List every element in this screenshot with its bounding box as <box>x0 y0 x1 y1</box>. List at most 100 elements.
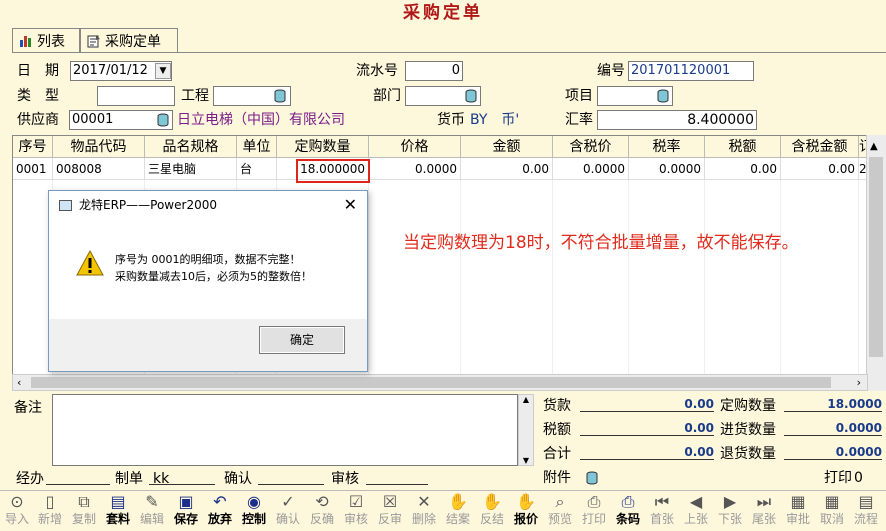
toolbar-button-unaudit[interactable]: ☒ 反审 <box>373 491 407 531</box>
remark-scrollbar[interactable]: ▲ ▼ <box>518 394 534 466</box>
rate-field[interactable]: 8.400000 <box>597 110 757 130</box>
toolbar-button-delete[interactable]: ✕ 删除 <box>407 491 441 531</box>
table-cell[interactable]: 0001 <box>13 158 53 180</box>
toolbar-button-label: 审批 <box>785 512 810 526</box>
column-header[interactable]: 含税金额 <box>781 136 859 158</box>
database-icon[interactable] <box>464 89 478 103</box>
toolbar-button-quote[interactable]: ✋ 报价 <box>509 491 543 531</box>
column-header[interactable]: 金额 <box>461 136 553 158</box>
toolbar-button-approve[interactable]: ▦ 审批 <box>781 491 815 531</box>
toolbar-button-last[interactable]: ⏭ 尾张 <box>747 491 781 531</box>
scroll-left-icon[interactable]: ‹ <box>17 375 21 390</box>
horizontal-scrollbar[interactable]: ‹ › <box>12 374 868 391</box>
toolbar-button-close-case[interactable]: ✋ 结案 <box>441 491 475 531</box>
vertical-scrollbar[interactable]: ▲ <box>866 135 886 391</box>
column-header[interactable]: 品名规格 <box>145 136 237 158</box>
toolbar-button-cancel[interactable]: ▦ 取消 <box>815 491 849 531</box>
rate-value: 8.400000 <box>687 112 754 128</box>
column-header[interactable]: 序号 <box>13 136 53 158</box>
column-header[interactable]: 定购数量 <box>277 136 369 158</box>
toolbar-button-undo[interactable]: ↶ 放弃 <box>203 491 237 531</box>
tab-purchase-order[interactable]: 采购定单 <box>80 28 178 52</box>
toolbar-button-flow[interactable]: ▤ 流程 <box>849 491 883 531</box>
serial-field[interactable]: 0 <box>405 61 463 81</box>
toolbar-button-printer[interactable]: ⎙ 打印 <box>577 491 611 531</box>
table-cell[interactable]: 0.00 <box>461 158 553 180</box>
toolbar-button-reopen[interactable]: ✋ 反结 <box>475 491 509 531</box>
toolbar-button-prev[interactable]: ◀ 上张 <box>679 491 713 531</box>
highlight-box <box>296 159 370 183</box>
in-qty-label: 进货数量 <box>720 422 776 438</box>
toolbar-button-new-doc[interactable]: ▯ 新增 <box>33 491 67 531</box>
toolbar-button-label: 取消 <box>819 512 844 526</box>
table-cell[interactable]: 008008 <box>53 158 145 180</box>
table-cell[interactable]: 台 <box>237 158 277 180</box>
dialog-body: 序号为 0001的明细项，数据不完整！ 采购数量减去10后，必须为5的整数倍！ <box>49 219 367 319</box>
database-icon[interactable] <box>273 89 287 103</box>
tab-list[interactable]: 列表 <box>12 28 80 52</box>
remark-field[interactable] <box>52 394 518 466</box>
toolbar-button-first[interactable]: ⏮ 首张 <box>645 491 679 531</box>
table-cell[interactable]: 0.0000 <box>369 158 461 180</box>
scroll-down-icon[interactable]: ▼ <box>519 456 533 465</box>
import-icon: ⊙ <box>10 492 24 511</box>
toolbar-button-confirm[interactable]: ✓ 确认 <box>271 491 305 531</box>
column-header[interactable]: 含税价 <box>553 136 629 158</box>
table-cell[interactable]: 0.00 <box>781 158 859 180</box>
currency-value: BY 币' <box>470 112 520 128</box>
scroll-thumb[interactable] <box>31 377 831 388</box>
toolbar-button-barcode-printer[interactable]: ⎙ 条码 <box>611 491 645 531</box>
column-header[interactable]: 物品代码 <box>53 136 145 158</box>
toolbar-button-next[interactable]: ▶ 下张 <box>713 491 747 531</box>
column-header[interactable]: 单位 <box>237 136 277 158</box>
toolbar-button-import[interactable]: ⊙ 导入 <box>0 491 34 531</box>
close-icon[interactable]: ✕ <box>344 191 357 219</box>
column-header[interactable]: 价格 <box>369 136 461 158</box>
total-label: 合计 <box>543 446 571 462</box>
toolbar-button-audit[interactable]: ☑ 审核 <box>339 491 373 531</box>
scroll-thumb[interactable] <box>869 157 883 357</box>
underline <box>784 435 882 436</box>
table-cell[interactable]: 0.0000 <box>553 158 629 180</box>
toolbar-button-preview[interactable]: ⌕ 预览 <box>543 491 577 531</box>
delete-icon: ✕ <box>417 492 431 511</box>
number-field[interactable]: 201701120001 <box>628 61 754 81</box>
chevron-down-icon[interactable]: ▼ <box>155 63 171 79</box>
ok-button[interactable]: 确定 <box>259 326 345 354</box>
scroll-up-icon[interactable]: ▲ <box>870 141 878 152</box>
database-icon[interactable] <box>156 113 170 127</box>
footer-panel: 备注 ▲ ▼ 货款 0.00 税额 0.00 合计 0.00 定购数量 18.0… <box>12 392 886 490</box>
database-icon[interactable] <box>656 89 670 103</box>
type-field[interactable] <box>97 86 175 106</box>
serial-label: 流水号 <box>356 63 398 79</box>
table-cell[interactable]: 0.00 <box>705 158 781 180</box>
cancel-icon: ▦ <box>824 492 840 511</box>
toolbar-button-edit[interactable]: ✎ 编辑 <box>135 491 169 531</box>
column-header[interactable]: 税额 <box>705 136 781 158</box>
dialog-title: 龙特ERP——Power2000 <box>79 198 217 212</box>
attach-label: 附件 <box>543 470 571 486</box>
toolbar-button-label: 下张 <box>717 512 742 526</box>
toolbar-button-unconfirm[interactable]: ⟲ 反确 <box>305 491 339 531</box>
toolbar-button-label: 控制 <box>241 512 266 526</box>
print-count: 0 <box>854 470 863 486</box>
toolbar-button-copy[interactable]: ⧉ 复制 <box>67 491 101 531</box>
toolbar-button-material[interactable]: ▤ 套料 <box>101 491 135 531</box>
column-header[interactable]: 税率 <box>629 136 705 158</box>
scroll-up-icon[interactable]: ▲ <box>519 395 533 404</box>
toolbar-button-control[interactable]: ◉ 控制 <box>237 491 271 531</box>
form-icon <box>87 34 100 47</box>
database-icon[interactable] <box>585 471 599 485</box>
table-cell[interactable]: 0.0000 <box>629 158 705 180</box>
confirm-label: 确认 <box>224 471 252 487</box>
underline <box>784 459 882 460</box>
tab-divider <box>12 52 886 53</box>
grid-line <box>858 180 859 374</box>
toolbar-button-label: 反确 <box>309 512 334 526</box>
scroll-right-icon[interactable]: › <box>857 375 861 390</box>
toolbar-button-label: 结案 <box>445 512 470 526</box>
toolbar-button-save[interactable]: ▣ 保存 <box>169 491 203 531</box>
dialog-line-1: 序号为 0001的明细项，数据不完整！ <box>115 253 301 266</box>
first-icon: ⏮ <box>654 492 670 511</box>
table-cell[interactable]: 三星电脑 <box>145 158 237 180</box>
